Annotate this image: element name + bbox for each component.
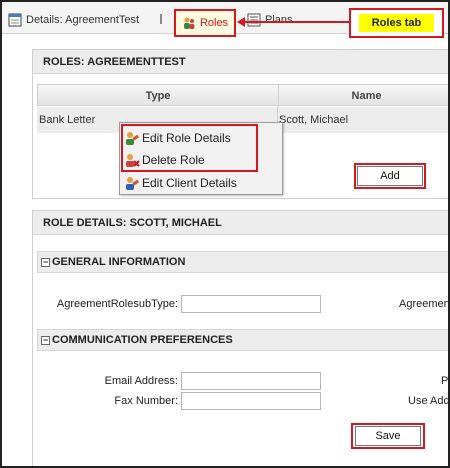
collapse-icon[interactable]: − [41,335,50,345]
column-header-type[interactable]: Type [38,85,278,107]
tab-separator [160,14,162,24]
tab-details-label: Details: AgreementTest [26,14,140,26]
cell-name: Scott, Michael [279,114,349,126]
callout-arrowhead [237,17,245,27]
section-communication-preferences[interactable]: − COMMUNICATION PREFERENCES [37,329,448,351]
email-label: Email Address: [104,375,178,387]
callout-label: Roles tab [359,14,434,32]
add-button-highlight [354,163,426,189]
menu-item-edit-client[interactable]: Edit Client Details [124,173,237,193]
subtype-label: AgreementRolesubType: [56,298,178,310]
fax-field[interactable] [181,392,321,410]
fax-label: Fax Number: [114,395,178,407]
role-details-title: ROLE DETAILS: SCOTT, MICHAEL [33,211,448,235]
section-title: COMMUNICATION PREFERENCES [52,334,233,346]
document-icon [8,13,22,27]
roles-tab-callout: Roles tab [349,8,444,38]
tab-plans[interactable]: Plans [247,10,293,30]
menu-item-label: Edit Client Details [142,176,237,190]
roles-panel-title: ROLES: AGREEMENTTEST [33,50,448,74]
save-button-highlight [351,423,425,449]
callout-arrow [241,21,349,23]
edit-client-icon [126,177,140,190]
tab-roles[interactable]: Roles [174,9,236,37]
right-label-truncated: P [441,375,449,387]
people-icon [183,17,195,29]
roles-grid-header: Type Name [37,84,448,107]
subtype-input[interactable] [181,295,321,313]
collapse-icon[interactable]: − [41,257,50,267]
use-address-label-truncated: Use Add [408,395,450,407]
cell-type: Bank Letter [39,114,96,126]
window-frame: Details: AgreementTest Roles Plans Roles… [0,0,450,468]
section-general-information[interactable]: − GENERAL INFORMATION [37,251,448,273]
section-title: GENERAL INFORMATION [52,256,186,268]
tab-details[interactable]: Details: AgreementTest [8,10,139,30]
tab-plans-label: Plans [265,14,293,26]
email-field[interactable] [181,372,321,390]
agreement-label-truncated: Agreement [399,298,450,310]
column-header-name[interactable]: Name [278,85,448,107]
role-details-panel: ROLE DETAILS: SCOTT, MICHAEL − GENERAL IN… [32,210,450,466]
tab-roles-label: Roles [199,17,229,29]
menu-highlight-box [121,124,258,172]
list-icon [247,13,261,27]
